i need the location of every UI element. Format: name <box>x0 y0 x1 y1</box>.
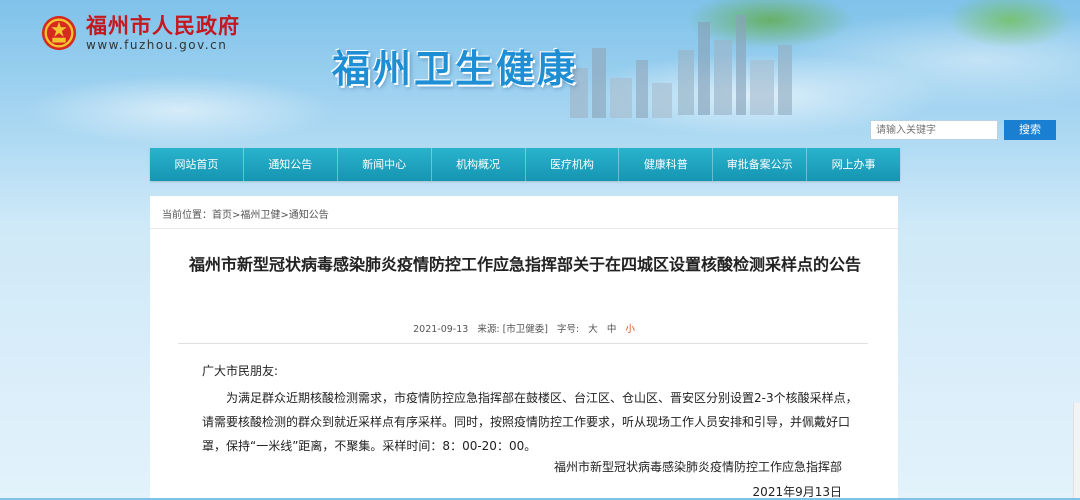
article-date: 2021-09-13 <box>413 324 469 335</box>
article-greeting: 广大市民朋友: <box>202 364 279 378</box>
nav-item-news[interactable]: 新闻中心 <box>338 148 432 181</box>
article-title: 福州市新型冠状病毒感染肺炎疫情防控工作应急指挥部关于在四城区设置核酸检测采样点的… <box>188 255 861 274</box>
site-logo[interactable]: 福州市人民政府 www.fuzhou.gov.cn <box>40 14 240 52</box>
nav-item-about[interactable]: 机构概况 <box>432 148 526 181</box>
meta-divider <box>178 343 868 344</box>
nav-item-health-science[interactable]: 健康科普 <box>619 148 714 181</box>
breadcrumb[interactable]: 当前位置：首页>福州卫健>通知公告 <box>162 206 329 221</box>
nav-item-approval[interactable]: 审批备案公示 <box>713 148 808 181</box>
article-signature-date: 2021年9月13日 <box>752 485 842 499</box>
logo-title: 福州市人民政府 <box>86 14 240 38</box>
breadcrumb-divider <box>150 228 898 229</box>
logo-url: www.fuzhou.gov.cn <box>86 38 228 52</box>
font-size-large-link[interactable]: 大 <box>588 324 598 335</box>
nav-item-notices[interactable]: 通知公告 <box>244 148 338 181</box>
font-size-small-link[interactable]: 小 <box>625 324 635 335</box>
nav-item-home[interactable]: 网站首页 <box>150 148 244 181</box>
national-emblem-icon <box>41 15 77 51</box>
font-size-medium-link[interactable]: 中 <box>607 324 617 335</box>
article-meta: 2021-09-13 来源: [市卫健委] 字号: 大 中 小 <box>150 321 898 335</box>
search-button[interactable]: 搜索 <box>1004 120 1056 140</box>
nav-item-medical[interactable]: 医疗机构 <box>526 148 620 181</box>
article-panel: 当前位置：首页>福州卫健>通知公告 福州市新型冠状病毒感染肺炎疫情防控工作应急指… <box>150 196 898 499</box>
nav-item-online-service[interactable]: 网上办事 <box>807 148 900 181</box>
side-float-tab[interactable] <box>1073 403 1080 498</box>
article-source: 来源: [市卫健委] <box>477 324 548 335</box>
main-nav: 网站首页 通知公告 新闻中心 机构概况 医疗机构 健康科普 审批备案公示 网上办… <box>150 148 900 181</box>
search-input[interactable] <box>870 120 998 140</box>
skyline-decoration-2 <box>678 15 792 115</box>
banner-leaves-decoration-right <box>920 0 1080 70</box>
article-paragraph: 为满足群众近期核酸检测需求，市疫情防控应急指挥部在鼓楼区、台江区、仓山区、晋安区… <box>202 391 858 453</box>
font-size-label: 字号: <box>557 324 580 335</box>
banner-title: 福州卫生健康 <box>332 47 579 91</box>
article-signature-org: 福州市新型冠状病毒感染肺炎疫情防控工作应急指挥部 <box>553 460 842 474</box>
